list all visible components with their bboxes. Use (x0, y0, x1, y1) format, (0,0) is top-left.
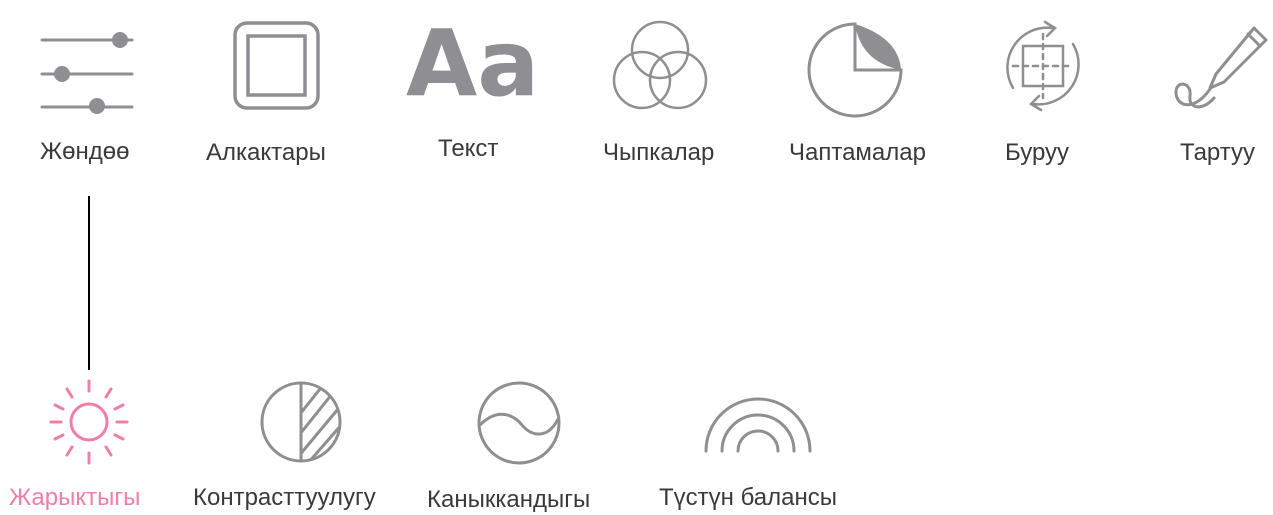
pencil-icon (1174, 26, 1268, 109)
frame-icon (233, 21, 320, 110)
contrast-icon (260, 381, 342, 463)
saturation-icon (477, 381, 561, 465)
option-contrast-label: Контрасттуулугу (193, 484, 376, 511)
text-aa-icon: Aa (406, 10, 540, 117)
tool-adjust-label: Жөндөө (40, 138, 130, 165)
option-color-balance[interactable]: Түстүн балансы (650, 375, 870, 515)
tool-stickers-label: Чаптамалар (789, 139, 926, 166)
tool-stickers[interactable]: Чаптамалар (785, 10, 945, 190)
tool-draw[interactable]: Тартуу (1160, 10, 1273, 190)
tool-filters-label: Чыпкалар (603, 139, 715, 166)
option-color-balance-label: Түстүн балансы (659, 484, 837, 511)
tool-frames[interactable]: Алкактары (200, 10, 350, 190)
option-saturation-label: Каныккандыгы (427, 486, 591, 513)
sliders-icon (40, 32, 134, 114)
color-balance-icon (704, 397, 812, 453)
tool-draw-label: Тартуу (1180, 139, 1256, 166)
sticker-icon (807, 22, 903, 118)
tool-frames-label: Алкактары (206, 139, 326, 166)
option-brightness[interactable]: Жарыктыгы (5, 375, 175, 515)
tool-adjust[interactable]: Жөндөө (30, 10, 150, 190)
option-contrast[interactable]: Контрасттуулугу (190, 375, 400, 515)
tool-rotate-label: Буруу (1005, 139, 1070, 166)
filters-icon (612, 20, 708, 110)
rotate-icon (1006, 20, 1080, 112)
selection-connector (88, 196, 90, 370)
option-brightness-label: Жарыктыгы (9, 484, 141, 511)
sun-icon (49, 379, 129, 465)
tool-text-label: Текст (438, 135, 499, 162)
tool-rotate[interactable]: Буруу (985, 10, 1115, 190)
option-saturation[interactable]: Каныккандыгы (420, 375, 620, 515)
tool-filters[interactable]: Чыпкалар (600, 10, 740, 190)
tool-text[interactable]: Aa Текст (400, 10, 540, 190)
